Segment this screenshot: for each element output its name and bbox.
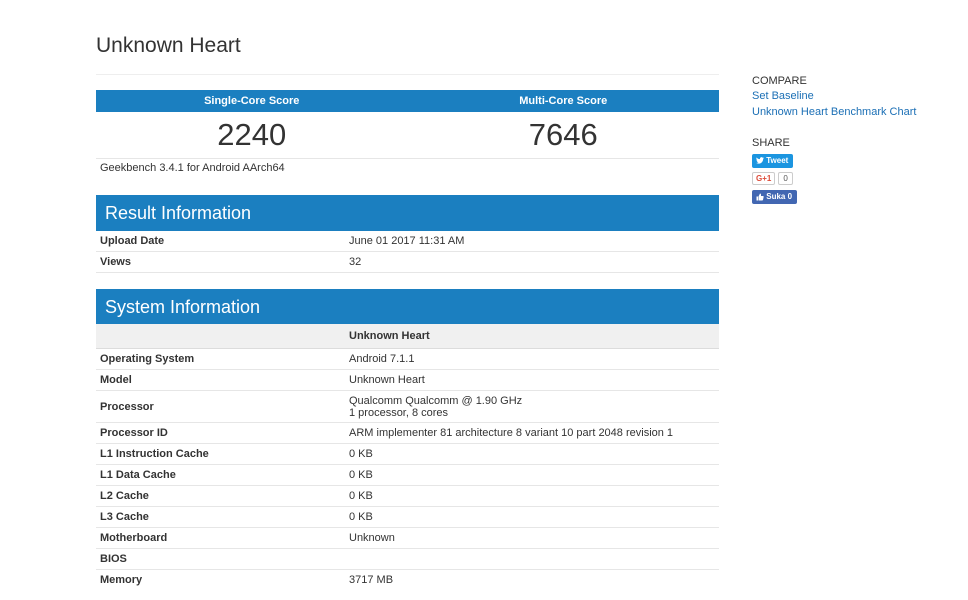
gplus-count: 0 xyxy=(778,172,793,185)
sidebar: COMPARE Set Baseline Unknown Heart Bench… xyxy=(752,74,952,204)
row-label: BIOS xyxy=(100,553,127,565)
single-core-score: 2240 xyxy=(217,117,287,152)
table-row: L1 Data Cache 0 KB xyxy=(96,465,719,486)
column-header-label: Unknown Heart xyxy=(349,330,430,342)
result-info-heading: Result Information xyxy=(105,203,252,223)
processor-cores: 1 processor, 8 cores xyxy=(349,407,449,419)
row-label: Operating System xyxy=(100,353,195,365)
table-row: Memory 3717 MB xyxy=(96,570,719,591)
system-column-header: Unknown Heart xyxy=(96,324,719,349)
table-row: L2 Cache 0 KB xyxy=(96,486,719,507)
row-label: Motherboard xyxy=(100,532,168,544)
row-label: Processor ID xyxy=(100,427,168,439)
table-row: Processor ID ARM implementer 81 architec… xyxy=(96,423,719,444)
tweet-button[interactable]: Tweet xyxy=(752,154,794,168)
table-row: Model Unknown Heart xyxy=(96,370,719,391)
row-value: 0 KB xyxy=(349,469,373,481)
table-row: L1 Instruction Cache 0 KB xyxy=(96,444,719,465)
gplus-row: G+1 0 xyxy=(752,172,952,185)
row-value: 32 xyxy=(349,256,362,268)
compare-heading: COMPARE xyxy=(752,75,807,87)
row-value: Unknown xyxy=(349,532,395,544)
tweet-row: Tweet xyxy=(752,150,952,168)
system-info-table: Unknown Heart Operating System Android 7… xyxy=(96,324,719,591)
multi-core-label: Multi-Core Score xyxy=(519,95,608,107)
table-row: BIOS xyxy=(96,549,719,570)
row-value: Unknown Heart xyxy=(349,374,425,386)
facebook-like-button[interactable]: Suka 0 xyxy=(752,190,798,204)
share-heading: SHARE xyxy=(752,137,790,149)
result-info-table: Upload Date June 01 2017 11:31 AM Views … xyxy=(96,231,719,273)
row-value: 0 KB xyxy=(349,490,373,502)
row-label: Memory xyxy=(100,574,143,586)
row-label: L2 Cache xyxy=(100,490,149,502)
benchmark-chart-link[interactable]: Unknown Heart Benchmark Chart xyxy=(752,104,952,120)
row-value: 0 KB xyxy=(349,448,373,460)
row-value: 3717 MB xyxy=(349,574,394,586)
facebook-thumb-icon xyxy=(756,193,764,201)
fb-row: Suka 0 xyxy=(752,185,952,204)
table-row: Operating System Android 7.1.1 xyxy=(96,349,719,370)
table-row: Upload Date June 01 2017 11:31 AM xyxy=(96,231,719,252)
table-row: Motherboard Unknown xyxy=(96,528,719,549)
score-header: Single-Core Score Multi-Core Score xyxy=(96,90,719,112)
multi-core-score: 7646 xyxy=(528,117,598,152)
system-info-heading: System Information xyxy=(105,297,261,317)
row-label: L1 Data Cache xyxy=(100,469,176,481)
table-row: Views 32 xyxy=(96,252,719,273)
table-row: Processor Qualcomm Qualcomm @ 1.90 GHz 1… xyxy=(96,391,719,423)
page-title: Unknown Heart xyxy=(96,34,241,57)
set-baseline-link[interactable]: Set Baseline xyxy=(752,88,952,104)
row-label: Views xyxy=(100,256,131,268)
row-label: L3 Cache xyxy=(100,511,149,523)
score-values: 2240 7646 xyxy=(96,112,719,159)
row-value: ARM implementer 81 architecture 8 varian… xyxy=(349,427,674,439)
table-row: L3 Cache 0 KB xyxy=(96,507,719,528)
gplus-button[interactable]: G+1 xyxy=(752,172,776,185)
single-core-label: Single-Core Score xyxy=(204,95,300,107)
fb-label: Suka 0 xyxy=(766,192,793,201)
processor-name: Qualcomm Qualcomm @ 1.90 GHz xyxy=(349,395,523,407)
row-value: Qualcomm Qualcomm @ 1.90 GHz 1 processor… xyxy=(349,395,522,419)
row-label: L1 Instruction Cache xyxy=(100,448,209,460)
twitter-bird-icon xyxy=(756,157,764,165)
benchmark-version: Geekbench 3.4.1 for Android AArch64 xyxy=(100,162,285,174)
divider xyxy=(96,74,719,75)
system-info-header: System Information xyxy=(96,289,719,325)
row-label: Model xyxy=(100,374,132,386)
row-value: 0 KB xyxy=(349,511,373,523)
row-label: Processor xyxy=(100,401,154,413)
row-label: Upload Date xyxy=(100,235,165,247)
row-value: June 01 2017 11:31 AM xyxy=(349,235,465,247)
result-info-header: Result Information xyxy=(96,195,719,231)
tweet-label: Tweet xyxy=(766,156,789,165)
row-value: Android 7.1.1 xyxy=(349,353,415,365)
